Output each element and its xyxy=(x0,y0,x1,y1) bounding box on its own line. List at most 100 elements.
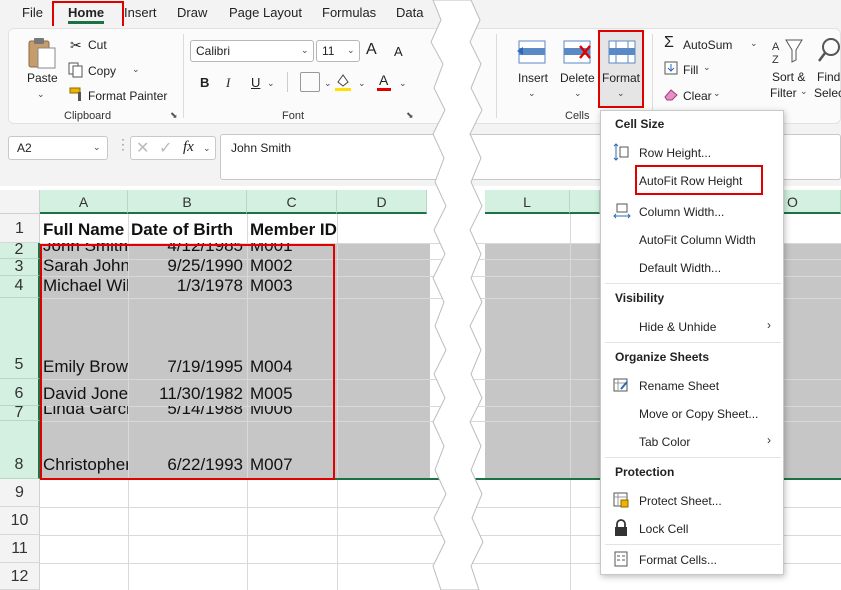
row-header-1[interactable]: 1 xyxy=(0,214,40,243)
delete-button[interactable]: Delete xyxy=(560,71,595,85)
chevron-down-icon: ⌄ xyxy=(324,78,332,88)
column-header-o[interactable]: O xyxy=(783,190,841,214)
check-icon[interactable]: ✓ xyxy=(159,138,172,158)
autosum-button[interactable]: AutoSum xyxy=(683,38,732,52)
font-name-select[interactable]: Calibri ⌄ xyxy=(190,40,314,62)
gridline xyxy=(337,214,338,590)
chevron-down-icon: ⌄ xyxy=(37,89,45,99)
grow-font-button[interactable]: A xyxy=(366,41,377,59)
organize-sheets-heading: Organize Sheets xyxy=(615,350,710,364)
borders-button[interactable] xyxy=(300,72,320,92)
dialog-launcher-icon[interactable]: ⬊ xyxy=(170,110,178,121)
lock-cell-item[interactable]: Lock Cell xyxy=(639,522,688,536)
row-header-9[interactable]: 9 xyxy=(0,479,40,507)
clear-button[interactable]: Clear xyxy=(683,89,712,103)
tab-data[interactable]: Data xyxy=(396,5,423,20)
format-cells-icon xyxy=(608,40,636,64)
column-header-c[interactable]: C xyxy=(247,190,337,214)
format-button[interactable]: Format ⌄ xyxy=(598,30,644,108)
paste-label: Paste xyxy=(27,71,58,85)
menu-separator xyxy=(605,544,781,545)
tab-insert[interactable]: Insert xyxy=(124,5,157,20)
dialog-launcher-icon[interactable]: ⬊ xyxy=(406,110,414,121)
protect-sheet-item[interactable]: Protect Sheet... xyxy=(639,494,722,508)
format-cells-dialog-icon xyxy=(614,551,628,567)
tab-page-layout[interactable]: Page Layout xyxy=(229,5,302,20)
column-header-d[interactable]: D xyxy=(337,190,427,214)
insert-button[interactable]: Insert xyxy=(518,71,548,85)
font-name-value: Calibri xyxy=(196,44,231,58)
autofit-column-width-item[interactable]: AutoFit Column Width xyxy=(639,233,756,247)
chevron-down-icon: ⌄ xyxy=(713,88,721,98)
hide-unhide-item[interactable]: Hide & Unhide xyxy=(639,320,716,334)
row-height-item[interactable]: Row Height... xyxy=(639,146,711,160)
font-separator xyxy=(287,72,288,92)
name-box[interactable]: A2 ⌄ xyxy=(8,136,108,160)
copy-button[interactable]: Copy xyxy=(88,64,116,78)
column-header-l[interactable]: L xyxy=(485,190,570,214)
cell-size-heading: Cell Size xyxy=(615,117,665,131)
gridline xyxy=(570,214,571,590)
select-all-corner[interactable] xyxy=(0,190,40,214)
bold-button[interactable]: B xyxy=(200,75,209,90)
tab-color-item[interactable]: Tab Color xyxy=(639,435,690,449)
italic-button[interactable]: I xyxy=(226,75,230,91)
autofit-row-height-item[interactable]: AutoFit Row Height xyxy=(639,174,742,188)
row-header-5[interactable]: 5 xyxy=(0,298,40,379)
autosum-icon: Σ xyxy=(664,34,674,51)
column-header-m[interactable] xyxy=(570,190,600,214)
chevron-down-icon: ⌄ xyxy=(399,78,407,88)
row-header-11[interactable]: 11 xyxy=(0,535,40,563)
clipboard-icon xyxy=(28,38,56,69)
fill-button[interactable]: Fill xyxy=(683,63,698,77)
sort-filter-icon: AZ xyxy=(772,39,803,66)
scissors-icon: ✂ xyxy=(70,37,82,53)
chevron-down-icon: ⌄ xyxy=(703,62,711,72)
visibility-heading: Visibility xyxy=(615,291,665,305)
fill-color-icon[interactable] xyxy=(334,72,352,92)
menu-separator xyxy=(605,283,781,284)
ribbon-separator xyxy=(183,34,184,118)
shrink-font-button[interactable]: A xyxy=(394,44,403,59)
column-header-b[interactable]: B xyxy=(128,190,247,214)
move-copy-sheet-item[interactable]: Move or Copy Sheet... xyxy=(639,407,758,421)
row-header-2[interactable]: 2 xyxy=(0,242,40,259)
underline-button[interactable]: U xyxy=(251,75,260,90)
format-cells-item[interactable]: Format Cells... xyxy=(639,553,717,567)
header-cell-member-id[interactable]: Member ID xyxy=(250,220,360,240)
row-header-12[interactable]: 12 xyxy=(0,563,40,590)
format-painter-button[interactable]: Format Painter xyxy=(88,89,167,103)
tab-draw[interactable]: Draw xyxy=(177,5,207,20)
default-width-item[interactable]: Default Width... xyxy=(639,261,721,275)
row-header-8[interactable]: 8 xyxy=(0,421,40,479)
chevron-down-icon: ⌄ xyxy=(93,142,101,152)
row-header-4[interactable]: 4 xyxy=(0,276,40,298)
tab-formulas[interactable]: Formulas xyxy=(322,5,376,20)
cut-button[interactable]: Cut xyxy=(88,38,107,52)
header-cell-full-name[interactable]: Full Name xyxy=(43,220,128,240)
header-cell-date-of-birth[interactable]: Date of Birth xyxy=(131,220,247,240)
rename-sheet-item[interactable]: Rename Sheet xyxy=(639,379,719,393)
insert-function-button[interactable]: fx xyxy=(183,139,194,156)
font-color-button[interactable]: A xyxy=(379,72,388,88)
find-select-label-2[interactable]: Selec xyxy=(814,86,841,100)
menu-separator xyxy=(605,342,781,343)
tab-file[interactable]: File xyxy=(22,5,43,20)
sort-filter-label-2[interactable]: Filter xyxy=(770,86,797,100)
column-width-icon xyxy=(613,203,631,219)
format-label: Format xyxy=(602,71,641,85)
row-header-6[interactable]: 6 xyxy=(0,379,40,406)
row-header-10[interactable]: 10 xyxy=(0,507,40,535)
cancel-icon[interactable]: ✕ xyxy=(136,138,149,158)
row-header-3[interactable]: 3 xyxy=(0,259,40,276)
protection-heading: Protection xyxy=(615,465,675,479)
row-header-7[interactable]: 7 xyxy=(0,405,40,421)
menu-separator xyxy=(605,457,781,458)
font-size-select[interactable]: 11 ⌄ xyxy=(316,40,360,62)
find-select-label-1[interactable]: Find xyxy=(817,70,840,84)
sort-filter-label-1[interactable]: Sort & xyxy=(772,70,805,84)
delete-cells-icon xyxy=(563,40,591,64)
column-header-a[interactable]: A xyxy=(40,190,128,214)
column-width-item[interactable]: Column Width... xyxy=(639,205,724,219)
chevron-down-icon: ⌄ xyxy=(574,88,582,98)
